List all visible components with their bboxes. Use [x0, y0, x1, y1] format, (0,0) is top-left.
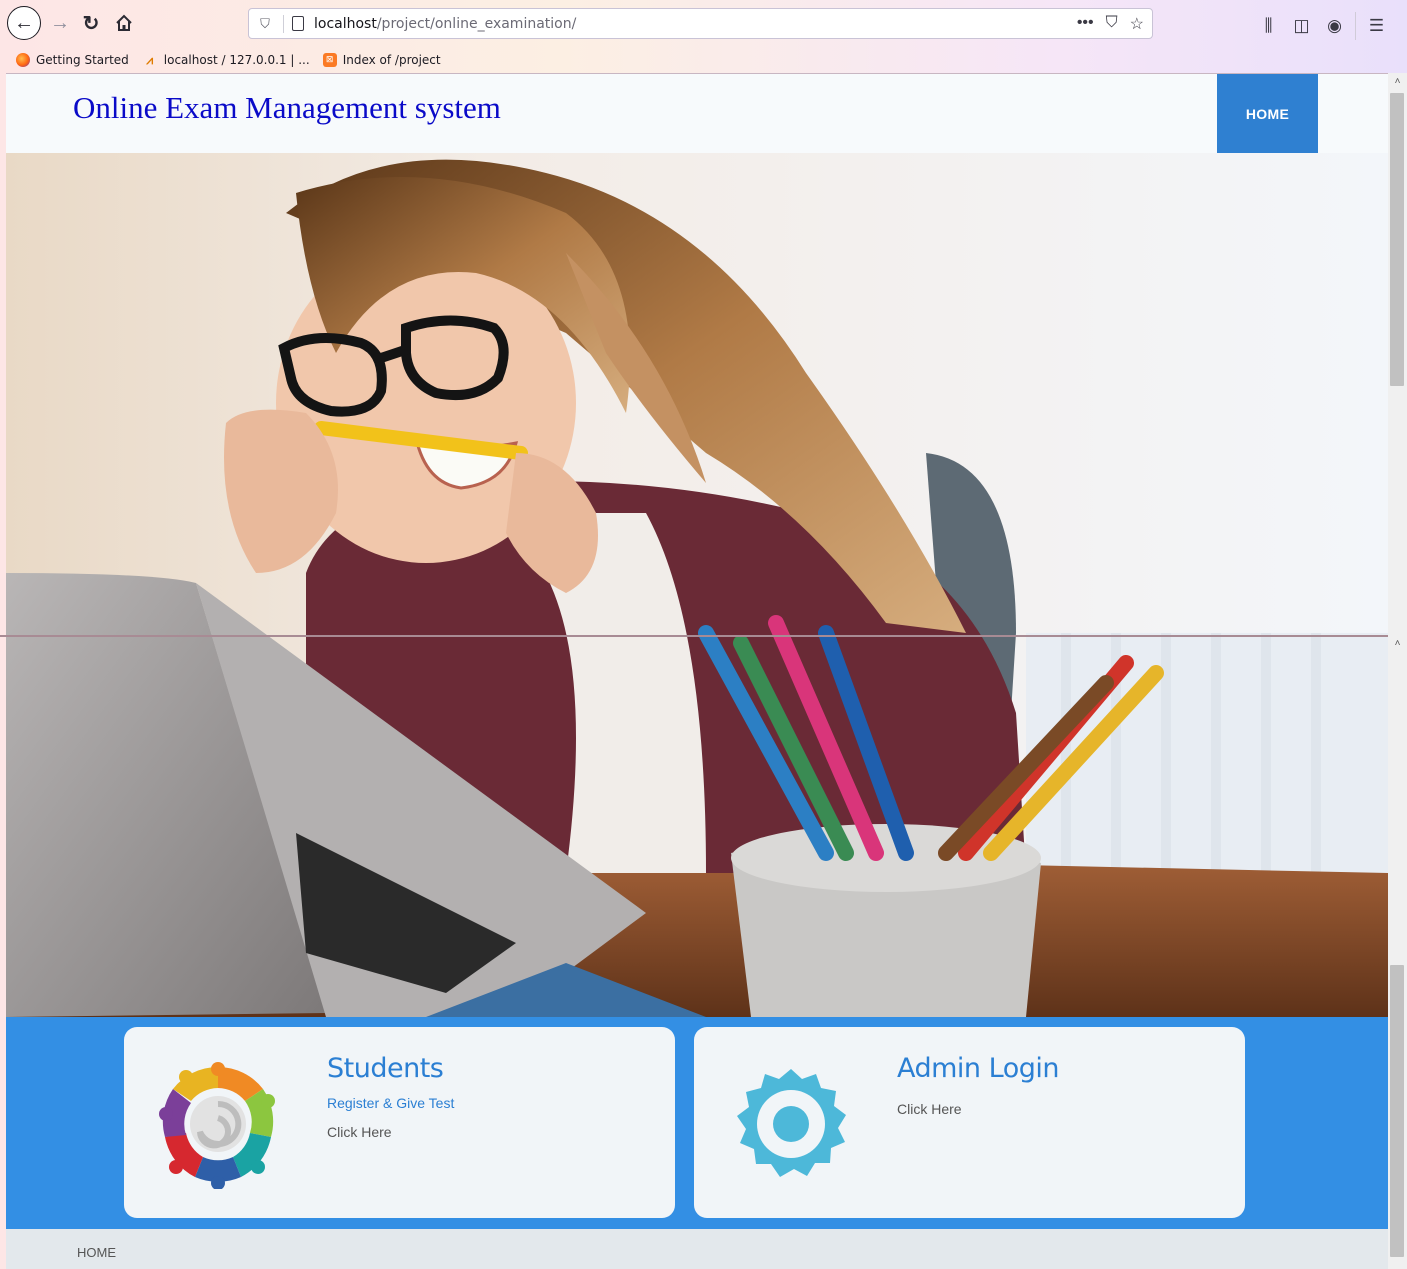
divider [283, 14, 284, 33]
browser-toolbar: ← → ↻ ⛉ localhost/project/online_examina… [0, 0, 1407, 48]
login-cards-section: Students Register & Give Test Click Here… [6, 1017, 1388, 1229]
bookmark-star-icon[interactable]: ☆ [1130, 14, 1144, 34]
scrollbar-thumb[interactable] [1390, 93, 1404, 386]
home-button[interactable] [108, 7, 140, 39]
menu-icon[interactable]: ☰ [1360, 16, 1393, 36]
students-click-here-link[interactable]: Click Here [327, 1124, 392, 1140]
woman-biting-pencil-at-laptop-photo [6, 153, 1388, 1017]
bookmark-label: Index of /project [342, 53, 441, 67]
address-bar[interactable]: ⛉ localhost/project/online_examination/ … [248, 8, 1153, 39]
tracking-shield-icon[interactable]: ⛉ [251, 16, 279, 32]
page-icon [292, 16, 304, 31]
people-circle-icon [159, 1062, 275, 1189]
arrow-right-icon: → [50, 11, 70, 34]
site-title: Online Exam Management system [73, 90, 501, 125]
bookmark-phpmyadmin[interactable]: ⩘ localhost / 127.0.0.1 | ... [142, 53, 310, 67]
students-card-subtitle: Register & Give Test [327, 1095, 455, 1111]
scrollbar-thumb[interactable] [1390, 965, 1404, 1257]
admin-click-here-link[interactable]: Click Here [897, 1101, 962, 1117]
xampp-icon: ⊠ [322, 53, 337, 67]
bookmarks-bar: Getting Started ⩘ localhost / 127.0.0.1 … [0, 48, 1407, 72]
library-icon[interactable]: ⫼ [1252, 16, 1285, 36]
divider [1355, 12, 1356, 40]
phpmyadmin-icon: ⩘ [146, 53, 154, 67]
reload-icon: ↻ [82, 12, 100, 35]
back-button[interactable]: ← [7, 6, 41, 40]
site-header: Online Exam Management system HOME [6, 74, 1388, 153]
students-card[interactable]: Students Register & Give Test Click Here [124, 1027, 675, 1218]
page-actions-icon[interactable]: ••• [1077, 14, 1094, 34]
forward-button[interactable]: → [44, 7, 76, 39]
frame-divider [0, 635, 1397, 637]
bookmark-label: localhost / 127.0.0.1 | ... [163, 53, 310, 67]
scroll-up-icon[interactable]: ˄ [1392, 638, 1403, 649]
scrollbar[interactable]: ˄ ˄ [1388, 73, 1407, 1269]
home-icon [116, 14, 132, 31]
url-path: /project/online_examination/ [376, 15, 577, 32]
account-icon[interactable]: ◉ [1318, 16, 1351, 36]
admin-card-title: Admin Login [897, 1053, 1059, 1084]
pocket-icon[interactable]: ⛉ [1106, 14, 1118, 34]
gear-icon [737, 1069, 846, 1177]
bookmark-index-project[interactable]: ⊠ Index of /project [322, 53, 441, 67]
sidebar-icon[interactable]: ◫ [1285, 16, 1318, 36]
admin-card[interactable]: Admin Login Click Here [694, 1027, 1245, 1218]
bookmark-getting-started[interactable]: Getting Started [16, 53, 129, 67]
reload-button[interactable]: ↻ [75, 7, 107, 39]
footer-nav: HOME [6, 1229, 1388, 1269]
scroll-up-icon[interactable]: ˄ [1392, 76, 1403, 87]
students-card-title: Students [327, 1053, 444, 1084]
arrow-left-icon: ← [14, 11, 34, 34]
bookmark-label: Getting Started [36, 53, 129, 67]
footer-home-link[interactable]: HOME [77, 1245, 116, 1260]
hero-image [6, 153, 1388, 1017]
url-text[interactable]: localhost/project/online_examination/ [314, 16, 576, 32]
firefox-icon [16, 53, 30, 67]
nav-home-link[interactable]: HOME [1217, 74, 1318, 153]
page-viewport: Online Exam Management system HOME Stude… [6, 73, 1388, 1269]
url-host: localhost [314, 15, 377, 32]
